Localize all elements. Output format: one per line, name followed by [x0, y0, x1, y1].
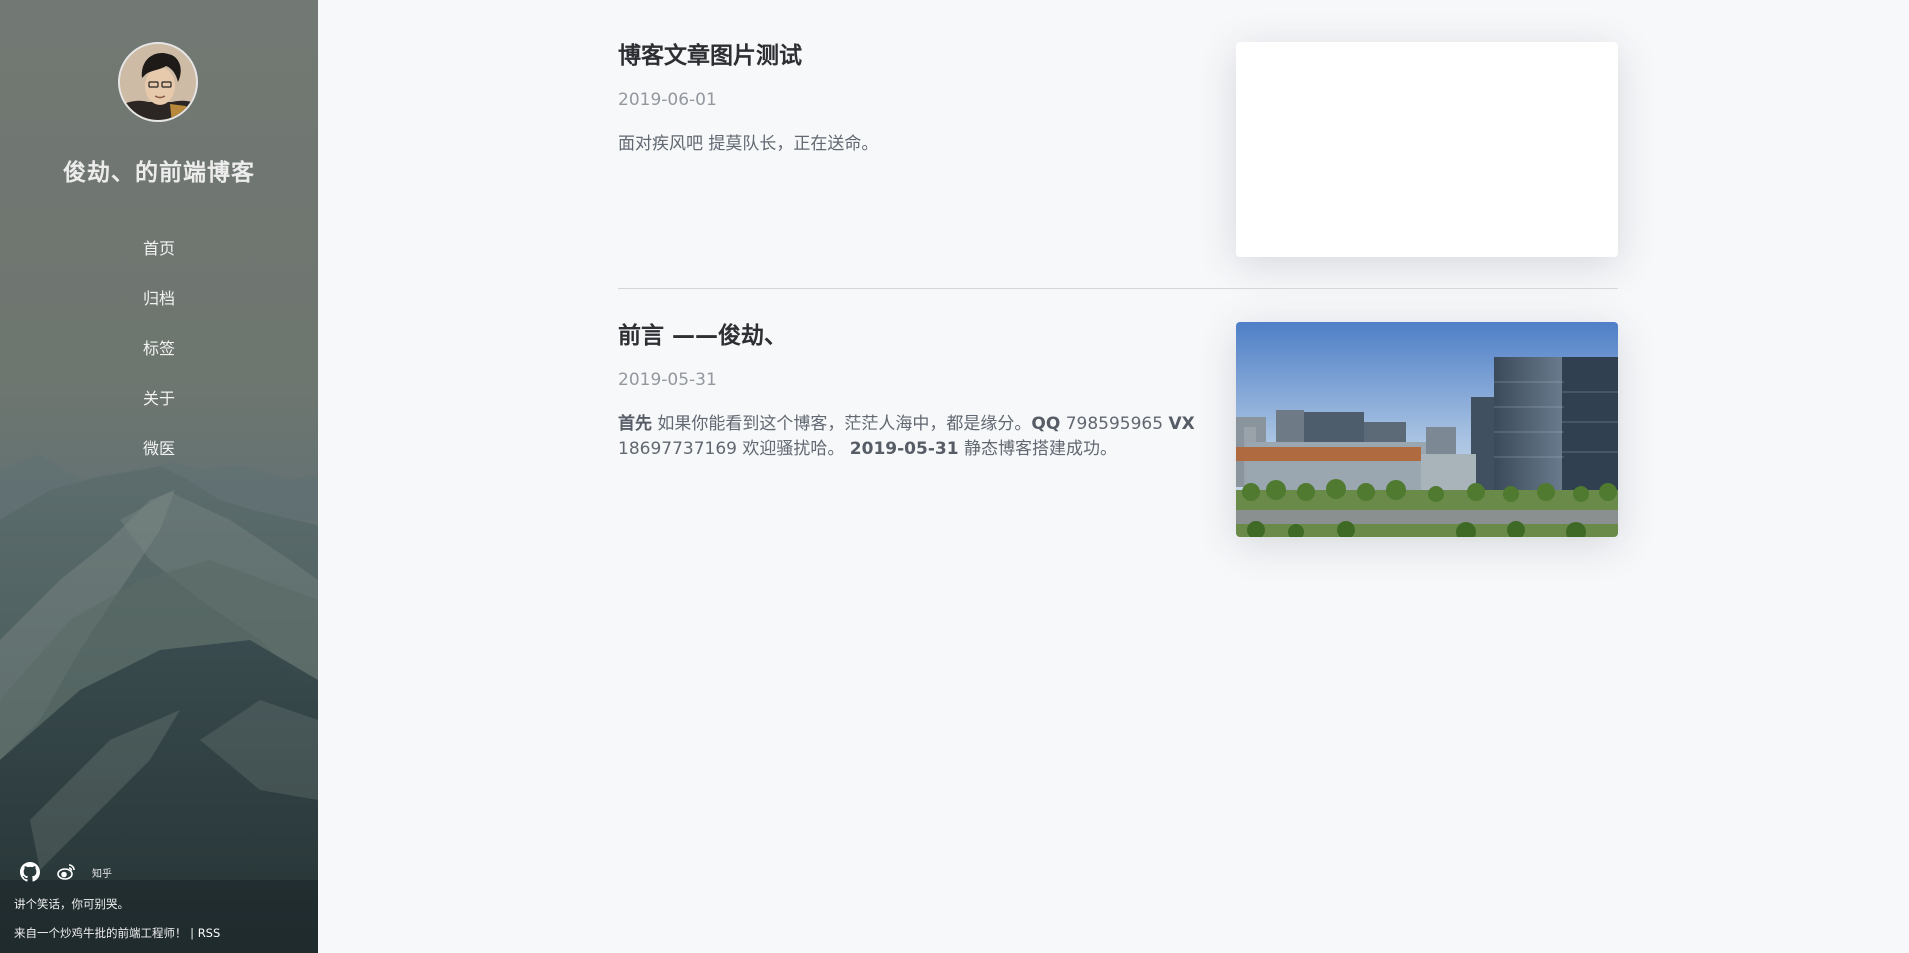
- post-thumbnail[interactable]: [1236, 42, 1618, 257]
- social-links: 知乎: [20, 862, 112, 882]
- site-title[interactable]: 俊劫、的前端博客: [0, 153, 318, 187]
- weibo-icon[interactable]: [56, 862, 76, 882]
- excerpt-text: 798595965: [1060, 414, 1169, 434]
- excerpt-bold: VX: [1168, 414, 1195, 434]
- sidebar-tagline: 讲个笑话，你可别哭。: [14, 897, 129, 911]
- excerpt-bold: 2019-05-31: [849, 439, 959, 459]
- nav-item-home[interactable]: 首页: [0, 236, 318, 286]
- nav-item-archive[interactable]: 归档: [0, 286, 318, 336]
- sidebar: 俊劫、的前端博客 首页 归档 标签 关于 微医 知乎 讲个笑话，你可别哭。 来自…: [0, 0, 318, 953]
- excerpt-bold: 首先: [618, 414, 652, 434]
- avatar[interactable]: [118, 42, 198, 122]
- sidebar-footer: 来自一个炒鸡牛批的前端工程师！ | RSS: [14, 925, 220, 941]
- nav-item-weiyi[interactable]: 微医: [0, 436, 318, 486]
- excerpt-bold: QQ: [1031, 414, 1061, 434]
- nav-item-tags[interactable]: 标签: [0, 336, 318, 386]
- rss-link[interactable]: RSS: [198, 926, 221, 940]
- post-thumbnail[interactable]: [1236, 322, 1618, 537]
- main-nav: 首页 归档 标签 关于 微医: [0, 236, 318, 486]
- excerpt-text: 如果你能看到这个博客，茫茫人海中，都是缘分。: [652, 414, 1032, 434]
- post-excerpt: 面对疾风吧 提莫队长，正在送命。: [618, 134, 879, 154]
- post-divider: [618, 288, 1618, 289]
- office-buildings-photo: [1236, 322, 1618, 537]
- github-icon[interactable]: [20, 862, 40, 882]
- footer-text: 来自一个炒鸡牛批的前端工程师！ |: [14, 926, 198, 940]
- zhihu-link[interactable]: 知乎: [92, 865, 112, 880]
- post-excerpt: 首先 如果你能看到这个博客，茫茫人海中，都是缘分。QQ 798595965 VX…: [618, 412, 1198, 462]
- nav-item-about[interactable]: 关于: [0, 386, 318, 436]
- excerpt-text: 静态博客搭建成功。: [958, 439, 1117, 459]
- excerpt-text: 18697737169 欢迎骚扰哈。: [618, 439, 850, 459]
